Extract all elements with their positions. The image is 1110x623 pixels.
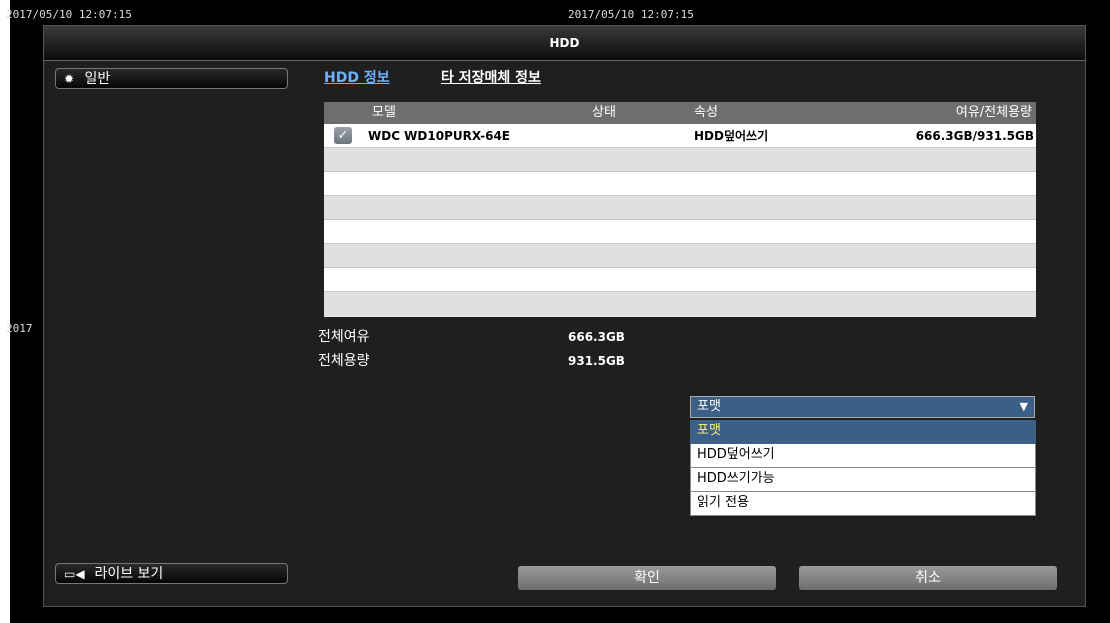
column-status: 상태 (592, 105, 616, 120)
table-row-empty (324, 268, 1036, 292)
cancel-button[interactable]: 취소 (799, 566, 1057, 590)
column-model: 모델 (372, 105, 396, 120)
table-row-empty (324, 172, 1036, 196)
sidebar-item-general[interactable]: ✹ 일반 (55, 68, 288, 89)
column-property: 속성 (694, 105, 718, 120)
option-hdd-writable[interactable]: HDD쓰기가능 (690, 468, 1036, 492)
option-read-only[interactable]: 읽기 전용 (690, 492, 1036, 516)
total-capacity-value: 931.5GB (568, 354, 625, 368)
hdd-table: 모델 상태 속성 여유/전체용량 ✓ WDC WD10PURX-64E HDD덮… (324, 102, 1036, 317)
live-view-label: 라이브 보기 (94, 566, 164, 582)
table-header: 모델 상태 속성 여유/전체용량 (324, 102, 1036, 124)
sidebar-item-label: 일반 (84, 71, 111, 87)
timestamp-center: 2017/05/10 12:07:15 (568, 8, 694, 21)
table-row-empty (324, 196, 1036, 220)
chevron-down-icon[interactable]: ▼ (1020, 397, 1028, 417)
table-row-empty (324, 292, 1036, 316)
total-free-value: 666.3GB (568, 330, 625, 344)
format-select-value: 포맷 (697, 399, 721, 414)
total-free-label: 전체여유 (318, 329, 370, 345)
table-row-empty (324, 220, 1036, 244)
format-select[interactable]: 포맷 ▼ (690, 396, 1035, 418)
table-row-empty (324, 148, 1036, 172)
camera-icon: ▭◀ (64, 567, 85, 581)
left-edge-strip (0, 0, 10, 623)
table-row-empty (324, 244, 1036, 268)
checkmark-icon[interactable]: ✓ (334, 127, 352, 144)
option-format[interactable]: 포맷 (690, 420, 1036, 444)
format-options: 포맷 HDD덮어쓰기 HDD쓰기가능 읽기 전용 (690, 420, 1036, 516)
cell-capacity: 666.3GB/931.5GB (915, 129, 1034, 143)
tab-other-storage-info[interactable]: 타 저장매체 정보 (441, 67, 541, 87)
window-title: HDD (44, 26, 1085, 61)
gear-icon: ✹ (64, 72, 75, 86)
total-capacity-label: 전체용량 (318, 353, 370, 369)
tab-hdd-info[interactable]: HDD 정보 (324, 67, 390, 87)
cell-property: HDD덮어쓰기 (694, 129, 769, 143)
confirm-button[interactable]: 확인 (518, 566, 776, 590)
timestamp-side: 2017 (6, 322, 33, 335)
option-hdd-overwrite[interactable]: HDD덮어쓰기 (690, 444, 1036, 468)
timestamp-left: 2017/05/10 12:07:15 (6, 8, 132, 21)
column-capacity: 여유/전체용량 (955, 105, 1032, 120)
live-view-button[interactable]: ▭◀ 라이브 보기 (55, 563, 288, 584)
table-row[interactable]: ✓ WDC WD10PURX-64E HDD덮어쓰기 666.3GB/931.5… (324, 124, 1036, 148)
cell-model: WDC WD10PURX-64E (368, 129, 511, 143)
